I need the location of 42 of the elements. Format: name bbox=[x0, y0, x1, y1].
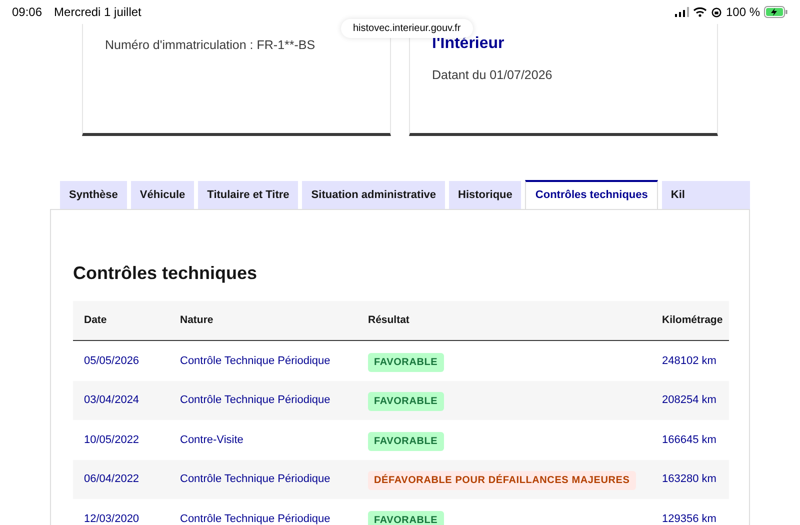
tab[interactable]: Kil bbox=[662, 181, 750, 209]
column-header: Kilométrage bbox=[662, 312, 724, 328]
card-text: Numéro d'immatriculation : FR-1**-BS bbox=[105, 37, 316, 54]
result-badge: FAVORABLE bbox=[368, 392, 444, 412]
result-badge: DÉFAVORABLE POUR DÉFAILLANCES MAJEURES bbox=[368, 471, 636, 490]
rotation-lock-icon bbox=[710, 6, 722, 18]
table-cell-text: 129356 km bbox=[662, 512, 718, 525]
tab[interactable]: Contrôles techniques bbox=[525, 180, 658, 209]
table-cell-text: 166645 km bbox=[662, 432, 718, 448]
status-date: Mercredi 1 juillet bbox=[54, 4, 142, 21]
table-cell-text: Contrôle Technique Périodique bbox=[180, 393, 332, 408]
table-cell-text: Contre-Visite bbox=[180, 432, 244, 448]
signal-icon bbox=[674, 7, 689, 17]
table-cell-text: Contrôle Technique Périodique bbox=[180, 512, 332, 525]
table-cell-text: 163280 km bbox=[662, 472, 718, 487]
table-cell-text: 12/03/2020 bbox=[84, 512, 140, 525]
result-badge: FAVORABLE bbox=[368, 432, 444, 451]
address-bar[interactable]: histovec.interieur.gouv.fr bbox=[341, 19, 473, 38]
table-cell-text: Contrôle Technique Périodique bbox=[180, 472, 332, 487]
tab[interactable]: Véhicule bbox=[130, 181, 194, 209]
column-header: Nature bbox=[180, 312, 214, 328]
wifi-icon bbox=[692, 7, 707, 17]
table-cell-text: 06/04/2022 bbox=[84, 472, 140, 487]
table-cell-text: 05/05/2026 bbox=[84, 354, 140, 368]
card-text: Datant du 01/07/2026 bbox=[432, 67, 554, 84]
result-badge: FAVORABLE bbox=[368, 352, 444, 372]
column-header: Résultat bbox=[368, 312, 410, 328]
battery-percent: 100 % bbox=[726, 4, 760, 21]
result-badge: FAVORABLE bbox=[368, 510, 444, 525]
tab[interactable]: Situation administrative bbox=[302, 181, 445, 209]
tab[interactable]: Synthèse bbox=[60, 181, 127, 209]
table-cell-text: 03/04/2024 bbox=[84, 393, 140, 408]
table-cell-text: 248102 km bbox=[662, 354, 718, 368]
table-cell-text: 10/05/2022 bbox=[84, 432, 140, 448]
section-title: Contrôles techniques bbox=[73, 262, 258, 285]
column-header: Date bbox=[84, 312, 108, 328]
table-cell-text: 208254 km bbox=[662, 393, 718, 408]
battery-charging-icon bbox=[764, 6, 788, 18]
tab[interactable]: Historique bbox=[449, 181, 522, 209]
tab[interactable]: Titulaire et Titre bbox=[198, 181, 298, 209]
table-cell-text: Contrôle Technique Périodique bbox=[180, 354, 332, 368]
status-time: 09:06 bbox=[12, 4, 42, 21]
